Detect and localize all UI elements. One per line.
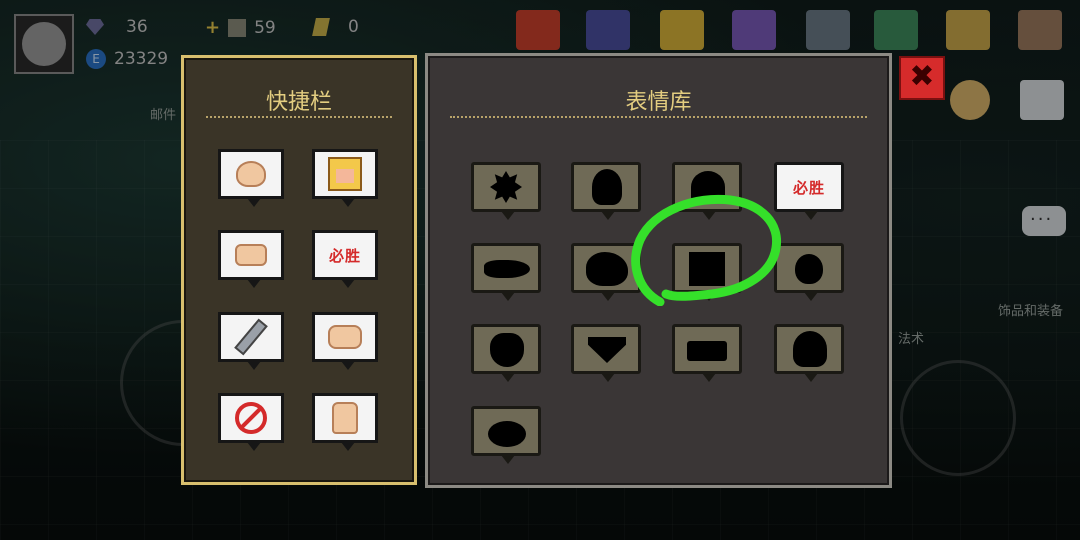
quick-slot-thumb-point[interactable] [218,230,284,288]
must-win-text: 必胜 [792,178,825,197]
sword-icon [231,318,271,356]
locked-round-icon [793,331,827,367]
locked-heart-icon [588,337,626,363]
emote-library-title: 表情库 [625,90,692,115]
emote-slot-locked-round[interactable] [774,324,844,382]
highlight-circle-annotation [631,194,782,306]
quick-slot-thumbs-up[interactable] [312,393,378,451]
quick-slot-blonde-face[interactable] [312,149,378,207]
quick-bar-panel: 快捷栏 必胜 [181,55,417,485]
locked-fish-icon [484,260,530,278]
emote-slot-must-win[interactable]: 必胜 [774,162,844,220]
ok-hand-icon [231,158,271,190]
no-sword-icon [231,402,271,434]
emote-slot-locked-heart[interactable] [571,324,641,382]
quick-slot-sword[interactable] [218,312,284,370]
must-win-text: 必胜 [328,246,361,265]
emote-slot-locked-fish[interactable] [471,243,541,301]
quick-slot-must-win[interactable]: 必胜 [312,230,378,288]
emote-slot-locked-spiky[interactable] [471,162,541,220]
thumbs-up-icon [325,402,365,434]
close-button[interactable]: ✖ [899,56,945,100]
fist-icon [325,321,365,353]
quick-slot-fist[interactable] [312,312,378,370]
locked-pear-icon [490,333,524,367]
locked-blob-icon [488,421,526,447]
locked-rect-icon [687,341,727,361]
title-divider [450,116,867,118]
emote-slot-locked-blob[interactable] [471,406,541,464]
quick-bar-title: 快捷栏 [265,90,332,115]
thumb-point-icon [231,239,271,271]
title-divider [206,116,392,118]
must-win-icon: 必胜 [777,165,841,209]
quick-slot-no-sword[interactable] [218,393,284,451]
emote-slot-locked-pear[interactable] [471,324,541,382]
emote-slot-locked-rect[interactable] [672,324,742,382]
must-win-icon: 必胜 [325,239,365,271]
locked-round-icon [592,169,622,205]
emote-slot-locked-drop[interactable] [774,243,844,301]
locked-blob-icon [586,252,628,286]
blonde-face-icon [325,157,365,191]
quick-slot-ok-hand[interactable] [218,149,284,207]
locked-spiky-icon [490,171,522,203]
locked-drop-icon [795,254,823,284]
